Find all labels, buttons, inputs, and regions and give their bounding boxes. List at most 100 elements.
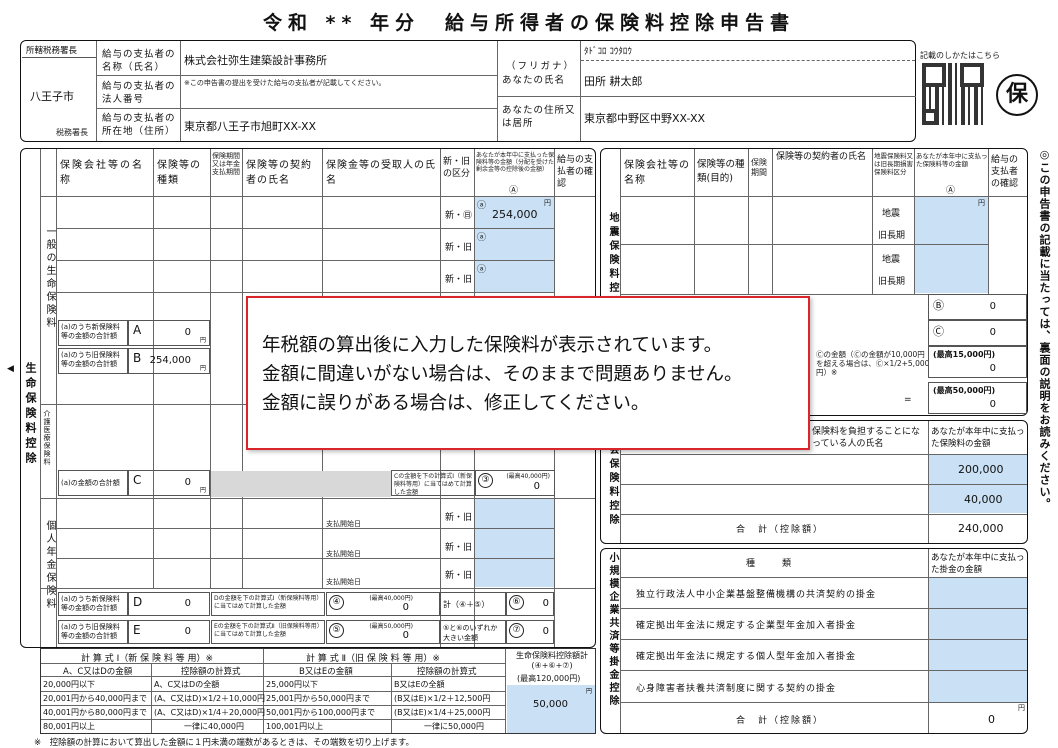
c-label-cell: (a)の金額の合計額 — [58, 470, 128, 496]
total-max: (最高120,000円) — [517, 674, 581, 683]
sb-total-value[interactable]: 0 — [988, 713, 995, 726]
d-sum-mark: ⑥ — [509, 595, 524, 610]
calc-r3c1: 40,001円から80,000円まで — [43, 708, 147, 717]
notice-popup[interactable]: 年税額の算出後に入力した保険料が表示されています。 金額に間違いがない場合は、そ… — [246, 296, 810, 450]
social-amount-2[interactable]: 40,000 — [964, 493, 1003, 506]
eq-b-cell[interactable]: Ⓑ 0 — [928, 294, 1027, 320]
calc-r4c2: 一律に40,000円 — [184, 722, 244, 731]
a-value-cell[interactable]: A 0 円 — [128, 320, 210, 346]
qr-code-icon[interactable] — [922, 63, 984, 125]
eq-col-period: 保険期間 — [751, 158, 767, 177]
d-result: 0 — [402, 602, 409, 613]
social-total-label: 合 計（控除額） — [736, 525, 825, 535]
kubun-row-3[interactable]: 新・旧 — [445, 272, 472, 285]
calc-r3c3: 50,001円から100,000円まで — [266, 708, 376, 717]
amount-mark-1: ⓐ — [477, 201, 487, 211]
popup-line-3: 金額に誤りがある場合は、修正してください。 — [262, 393, 650, 414]
eq-c-mark: Ⓒ — [933, 325, 944, 338]
col-period: 保険期間又は年金支払期間 — [212, 152, 240, 176]
payer-name-value[interactable]: 株式会社弥生建築設計事務所 — [184, 52, 327, 68]
yen-row-1: 円 — [544, 199, 551, 207]
furigana-value[interactable]: ﾀﾄﾞｺﾛ ｺｳﾀﾛｳ — [584, 44, 632, 57]
eq-c-max: (最高15,000円) — [933, 350, 996, 359]
amount-row-1[interactable]: 254,000 — [492, 208, 538, 221]
e-result: 0 — [402, 630, 409, 641]
e-choose-label: ⑤と⑥のいずれか大きい金額 — [440, 620, 506, 644]
pension-start-2: 支払開始日 — [326, 550, 361, 558]
sb-col-amount: あなたが本年中に支払った掛金の金額 — [931, 553, 1025, 575]
address-value[interactable]: 東京都中野区中野XX-XX — [584, 110, 705, 126]
popup-line-2: 金額に間違いがない場合は、そのままで問題ありません。 — [262, 364, 743, 385]
d-value-cell[interactable]: D 0 — [128, 592, 210, 616]
pension-kubun-2[interactable]: 新・旧 — [445, 540, 472, 553]
eq-c-cell[interactable]: Ⓒ 0 — [928, 320, 1027, 346]
d-sum-value: 0 — [542, 598, 549, 609]
eq-kind-2: 地震 — [882, 255, 901, 265]
e-value: 0 — [184, 626, 191, 637]
sb-item-3: 確定拠出年金法に規定する個人型年金加入者掛金 — [636, 652, 857, 662]
eq-total-max: (最高50,000円) — [933, 386, 996, 395]
calc-rows-col4: B又はEの全額 (B又はE)×1/2＋12,500円 (B又はE)×1/4＋25… — [394, 678, 490, 734]
d-result-mark: ④ — [329, 595, 344, 610]
popup-line-1: 年税額の算出後に入力した保険料が表示されています。 — [262, 335, 723, 356]
eq-b-value: 0 — [989, 301, 996, 312]
name-value[interactable]: 田所 耕太郎 — [584, 73, 643, 89]
e-label-cell: (a)のうち旧保険料等の金額の合計額 — [58, 620, 128, 644]
a-yen: 円 — [199, 337, 206, 344]
e-mark: E — [133, 623, 141, 637]
calc-r3c4: (B又はE)×1/4＋25,000円 — [394, 708, 491, 717]
sb-amount-bg — [929, 578, 1027, 702]
eq-col-company: 保険会社等の名称 — [624, 160, 690, 186]
payer-number-label: 給与の支払者の法人番号 — [102, 81, 176, 105]
e-choose-cell[interactable]: ⑦ 0 — [506, 620, 554, 644]
c-result-cell[interactable]: ③ (最高40,000円) 0 — [475, 470, 555, 496]
general-label: 一般の生命保険料 — [44, 226, 55, 330]
calc-rows-col2: A、C又はDの全額 (A、C又はD)×1/2＋10,000円 (A、C又はD)×… — [154, 678, 265, 734]
kubun-row-1[interactable]: 新・㊐ — [445, 208, 472, 221]
eq-col-amount: あなたが本年中に支払った保険料等の金額 — [916, 152, 988, 168]
eq-yen-1: 円 — [978, 199, 985, 207]
eq-col-confirm: 給与の支払者の確認 — [991, 155, 1019, 189]
d-label-cell: (a)のうち新保険料等の金額の合計額 — [58, 592, 128, 616]
ho-mark-icon: 保 — [996, 74, 1038, 116]
eq-amount-bg — [915, 197, 988, 293]
total-value-cell[interactable]: 50,000 円 — [507, 685, 595, 733]
pension-label: 個人年金保険料 — [44, 520, 55, 611]
calc-r1c4: B又はEの全額 — [394, 680, 445, 689]
social-amount-1[interactable]: 200,000 — [958, 463, 1004, 476]
name-label: あなたの氏名 — [502, 75, 566, 86]
small-business-label: 小規模企業共済等掛金控除 — [607, 552, 618, 708]
col-amount: あなたが本年中に支払った保険料等の金額（分配を受けた剰余金等の控除後の金額） — [476, 152, 555, 173]
payer-name-label: 給与の支払者の名称（氏名） — [102, 49, 176, 73]
e-result-cell[interactable]: ⑤ (最高50,000円) 0 — [326, 620, 440, 644]
col-company: 保険会社等の名称 — [60, 160, 144, 186]
eq-c-result-cell[interactable]: (最高15,000円) 0 — [928, 346, 1027, 378]
eq-c-note: Ⓒの金額（Ⓒの金額が10,000円を超える場合は、Ⓒ×1/2+5,000円）※ — [816, 350, 930, 377]
calc-r1c1: 20,000円以下 — [43, 680, 95, 689]
sb-item-1: 独立行政法人中小企業基盤整備機構の共済契約の掛金 — [636, 590, 877, 600]
col-new-old: 新・旧の区分 — [443, 157, 471, 179]
sb-item-2: 確定拠出年金法に規定する企業型年金加入者掛金 — [636, 621, 857, 631]
b-value-cell[interactable]: B 254,000 円 — [128, 348, 210, 374]
tax-office-value[interactable]: 八王子市 — [30, 88, 74, 104]
d-sum-cell[interactable]: ⑥ 0 — [506, 592, 554, 616]
payer-address-value[interactable]: 東京都八王子市旭町XX-XX — [184, 118, 316, 134]
tax-office-suffix: 税務署長 — [56, 128, 88, 137]
e-value-cell[interactable]: E 0 — [128, 620, 210, 644]
eq-kind-2b: 旧長期 — [878, 277, 906, 287]
sb-total-label: 合 計（控除額） — [736, 716, 825, 726]
calc-r4c1: 80,001円以上 — [43, 722, 95, 731]
kubun-row-2[interactable]: 新・旧 — [445, 240, 472, 253]
calc-r1c3: 25,000円以下 — [266, 680, 318, 689]
c-yen: 円 — [199, 487, 206, 494]
c-value-cell[interactable]: C 0 円 — [128, 470, 210, 496]
pension-kubun-3[interactable]: 新・旧 — [445, 568, 472, 581]
eq-total-cell[interactable]: (最高50,000円) 0 — [928, 382, 1027, 414]
c-mark: C — [133, 473, 142, 487]
life-insurance-label: 生命保険料控除 — [24, 362, 37, 467]
social-total-value[interactable]: 240,000 — [958, 522, 1004, 535]
pension-kubun-1[interactable]: 新・旧 — [445, 510, 472, 523]
a-mark: A — [133, 323, 142, 337]
d-result-cell[interactable]: ④ (最高40,000円) 0 — [326, 592, 440, 616]
c-gray-area — [211, 471, 391, 497]
